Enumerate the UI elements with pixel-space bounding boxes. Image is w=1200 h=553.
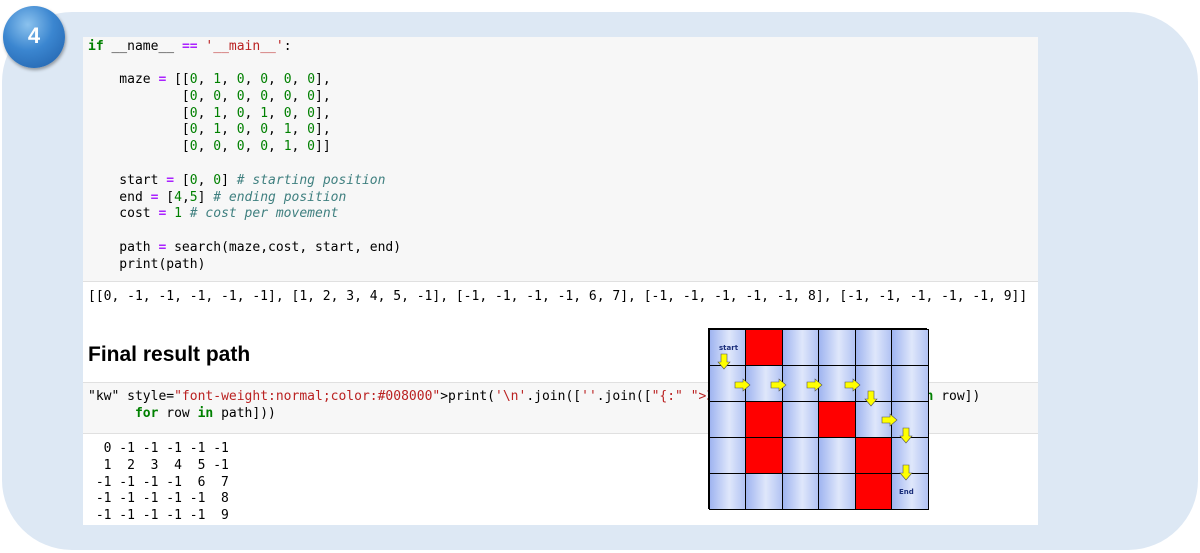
code-cell-main[interactable]: if __name__ == '__main__': maze = [[0, 1… <box>83 37 1038 282</box>
output-path-list: [[0, -1, -1, -1, -1, -1], [1, 2, 3, 4, 5… <box>88 289 1028 304</box>
string-main: '__main__' <box>197 39 284 54</box>
colon: : <box>283 39 292 54</box>
keyword-if: if <box>88 39 104 54</box>
code-body: maze = [[0, 1, 0, 0, 0, 0], [0, 0, 0, 0,… <box>88 72 402 272</box>
maze-diagram: start End <box>708 328 929 511</box>
step-number-badge: 4 <box>3 6 65 68</box>
code-line-if: if __name__ == '__main__': <box>88 39 292 56</box>
arrow-down-icon <box>899 427 913 444</box>
operator-eq: == <box>181 39 198 54</box>
output-grid-text: 0 -1 -1 -1 -1 -1 1 2 3 4 5 -1 -1 -1 -1 -… <box>95 441 229 524</box>
arrow-right-icon <box>881 413 898 427</box>
dunder-name: __name__ <box>103 39 182 54</box>
section-heading: Final result path <box>88 343 251 366</box>
arrow-down-icon <box>899 464 913 481</box>
path-arrows <box>717 353 913 481</box>
arrow-right-icon <box>806 378 823 392</box>
arrow-right-icon <box>844 378 861 392</box>
arrow-right-icon <box>770 378 787 392</box>
arrow-right-icon <box>734 378 751 392</box>
arrow-down-icon <box>717 353 731 370</box>
arrow-down-icon <box>864 390 878 407</box>
